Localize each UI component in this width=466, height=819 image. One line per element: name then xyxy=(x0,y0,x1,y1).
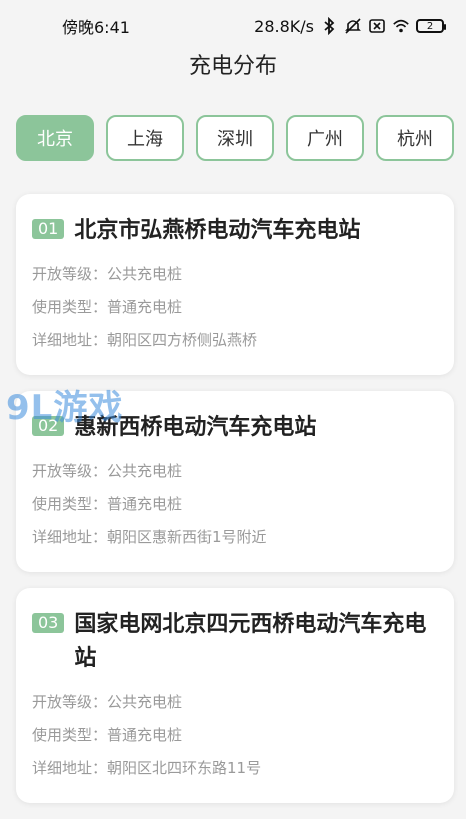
level-value: 公共充电桩 xyxy=(107,462,183,480)
station-type: 使用类型：普通充电桩 xyxy=(32,719,438,752)
station-list: 01 北京市弘燕桥电动汽车充电站 开放等级：公共充电桩 使用类型：普通充电桩 详… xyxy=(16,194,454,819)
wifi-icon xyxy=(392,17,410,35)
level-label: 开放等级： xyxy=(32,693,108,711)
page-title: 充电分布 xyxy=(188,54,277,79)
station-title-row: 02 惠新西桥电动汽车充电站 xyxy=(32,411,438,445)
station-level: 开放等级：公共充电桩 xyxy=(32,455,438,488)
tab-hangzhou[interactable]: 杭州 xyxy=(376,115,454,161)
station-index-badge: 01 xyxy=(32,219,65,239)
station-title-row: 01 北京市弘燕桥电动汽车充电站 xyxy=(32,214,438,248)
station-type: 使用类型：普通充电桩 xyxy=(32,488,438,521)
type-label: 使用类型： xyxy=(32,298,108,316)
station-index-badge: 02 xyxy=(32,416,65,436)
station-card[interactable]: 02 惠新西桥电动汽车充电站 开放等级：公共充电桩 使用类型：普通充电桩 详细地… xyxy=(16,391,454,572)
type-label: 使用类型： xyxy=(32,495,108,513)
city-tabs: 北京 上海 深圳 广州 杭州 xyxy=(16,115,454,161)
type-value: 普通充电桩 xyxy=(107,298,183,316)
station-title-row: 03 国家电网北京四元西桥电动汽车充电站 xyxy=(32,608,438,676)
bluetooth-icon xyxy=(320,17,338,35)
battery-icon: 2 xyxy=(416,19,446,33)
sim-off-icon xyxy=(368,17,386,35)
address-value: 朝阳区四方桥侧弘燕桥 xyxy=(107,331,258,349)
station-card[interactable]: 01 北京市弘燕桥电动汽车充电站 开放等级：公共充电桩 使用类型：普通充电桩 详… xyxy=(16,194,454,375)
station-address: 详细地址：朝阳区北四环东路11号 xyxy=(32,752,438,785)
station-card[interactable]: 03 国家电网北京四元西桥电动汽车充电站 开放等级：公共充电桩 使用类型：普通充… xyxy=(16,588,454,803)
level-value: 公共充电桩 xyxy=(107,693,183,711)
station-name: 北京市弘燕桥电动汽车充电站 xyxy=(74,218,361,243)
status-bar: 傍晚6:41 28.8K/s 2 xyxy=(0,0,466,52)
station-level: 开放等级：公共充电桩 xyxy=(32,258,438,291)
address-label: 详细地址： xyxy=(32,331,108,349)
level-label: 开放等级： xyxy=(32,265,108,283)
station-address: 详细地址：朝阳区四方桥侧弘燕桥 xyxy=(32,324,438,357)
tab-beijing[interactable]: 北京 xyxy=(16,115,94,161)
tab-guangzhou[interactable]: 广州 xyxy=(286,115,364,161)
station-level: 开放等级：公共充电桩 xyxy=(32,686,438,719)
station-name: 惠新西桥电动汽车充电站 xyxy=(74,415,317,440)
address-value: 朝阳区北四环东路11号 xyxy=(107,759,262,777)
battery-level: 2 xyxy=(426,20,434,32)
station-name: 国家电网北京四元西桥电动汽车充电站 xyxy=(74,612,427,671)
tab-shenzhen[interactable]: 深圳 xyxy=(196,115,274,161)
address-value: 朝阳区惠新西街1号附近 xyxy=(107,528,267,546)
station-address: 详细地址：朝阳区惠新西街1号附近 xyxy=(32,521,438,554)
mute-icon xyxy=(344,17,362,35)
status-icons: 28.8K/s 2 xyxy=(254,16,446,36)
address-label: 详细地址： xyxy=(32,528,108,546)
address-label: 详细地址： xyxy=(32,759,108,777)
type-label: 使用类型： xyxy=(32,726,108,744)
type-value: 普通充电桩 xyxy=(107,726,183,744)
status-time: 傍晚6:41 xyxy=(62,18,130,37)
network-speed: 28.8K/s xyxy=(254,16,314,36)
tab-shanghai[interactable]: 上海 xyxy=(106,115,184,161)
type-value: 普通充电桩 xyxy=(107,495,183,513)
level-label: 开放等级： xyxy=(32,462,108,480)
station-type: 使用类型：普通充电桩 xyxy=(32,291,438,324)
station-index-badge: 03 xyxy=(32,613,65,633)
level-value: 公共充电桩 xyxy=(107,265,183,283)
